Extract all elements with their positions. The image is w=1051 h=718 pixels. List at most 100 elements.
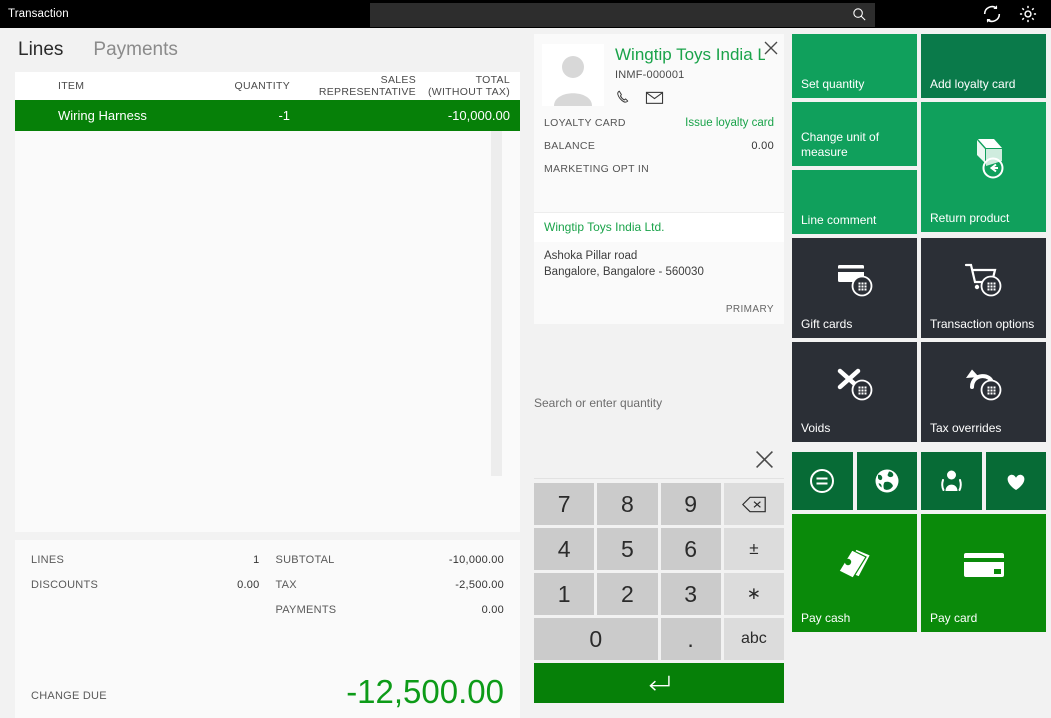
enter-button[interactable]: [534, 663, 784, 703]
key-5[interactable]: 5: [597, 528, 657, 570]
customer-keypad-panel: Wingtip Toys India Lt... INMF-000001: [530, 28, 786, 698]
totals-label-tax: TAX: [276, 579, 297, 591]
table-row[interactable]: Wiring Harness -1 -10,000.00: [15, 100, 520, 131]
key-7[interactable]: 7: [534, 483, 594, 525]
email-icon[interactable]: [645, 89, 664, 106]
key-1[interactable]: 1: [534, 573, 594, 615]
change-due-label: CHANGE DUE: [31, 690, 107, 708]
tile-label-set-quantity: Set quantity: [801, 77, 864, 92]
loyalty-card-label: LOYALTY CARD: [544, 117, 626, 129]
totals-panel: LINES 1 DISCOUNTS 0.00 SUBTOTAL -10,000.…: [15, 540, 520, 718]
totals-label-lines: LINES: [31, 554, 64, 566]
tile-return-product[interactable]: Return product: [921, 102, 1046, 232]
mini-action-row: [792, 452, 1046, 510]
top-bar-actions: [981, 3, 1051, 25]
tile-customer[interactable]: [921, 452, 982, 510]
keypad-separator: [534, 478, 784, 479]
totals-label-discounts: DISCOUNTS: [31, 579, 98, 591]
lines-card: ITEM QUANTITY SALES REPRESENTATIVE TOTAL…: [15, 72, 520, 532]
tile-globe[interactable]: [857, 452, 918, 510]
lines-scrollbar[interactable]: [491, 131, 502, 476]
key-3[interactable]: 3: [661, 573, 721, 615]
person-avatar-icon: [542, 44, 604, 106]
lines-body: Wiring Harness -1 -10,000.00: [15, 100, 520, 532]
tile-label-pay-cash: Pay cash: [801, 611, 850, 626]
totals-right-column: SUBTOTAL -10,000.00 TAX -2,500.00 PAYMEN…: [276, 554, 505, 629]
totals-label-payments: PAYMENTS: [276, 604, 337, 616]
transaction-panel: Lines Payments ITEM QUANTITY SALES REPRE…: [0, 28, 530, 698]
action-tile-grid: Set quantity Add loyalty card Change uni…: [792, 34, 1046, 442]
line-item-total: -10,000.00: [420, 108, 520, 123]
line-item-name: Wiring Harness: [15, 108, 205, 123]
totals-value-lines: 1: [253, 554, 259, 566]
tab-payments[interactable]: Payments: [93, 39, 177, 61]
change-due-row: CHANGE DUE -12,500.00: [31, 675, 504, 708]
marketing-opt-in-row: MARKETING OPT IN: [534, 163, 784, 175]
globe-icon: [872, 466, 902, 496]
tile-transaction-options[interactable]: Transaction options: [921, 238, 1046, 338]
key-8[interactable]: 8: [597, 483, 657, 525]
enter-icon: [647, 674, 671, 692]
tile-pay-card[interactable]: Pay card: [921, 514, 1046, 632]
tab-lines[interactable]: Lines: [18, 39, 63, 61]
tile-loyalty-heart[interactable]: [986, 452, 1047, 510]
line-item-quantity: -1: [205, 108, 290, 123]
key-9[interactable]: 9: [661, 483, 721, 525]
totals-left-column: LINES 1 DISCOUNTS 0.00: [31, 554, 260, 629]
change-due-value: -12,500.00: [346, 675, 504, 708]
tile-set-quantity[interactable]: Set quantity: [792, 34, 917, 98]
key-decimal[interactable]: .: [661, 618, 721, 660]
tile-label-line-comment: Line comment: [801, 213, 876, 228]
issue-loyalty-card-link[interactable]: Issue loyalty card: [685, 117, 774, 129]
balance-label: BALANCE: [544, 140, 595, 152]
tile-label-change-unit-of-measure: Change unit of measure: [801, 130, 911, 160]
quantity-input[interactable]: Search or enter quantity: [534, 396, 784, 410]
tile-equals-circle[interactable]: [792, 452, 853, 510]
key-asterisk[interactable]: ∗: [724, 573, 784, 615]
tile-change-unit-of-measure[interactable]: Change unit of measure: [792, 102, 917, 166]
totals-row-lines: LINES 1: [31, 554, 260, 566]
gift-card-icon: [792, 238, 917, 322]
tile-tax-overrides[interactable]: Tax overrides: [921, 342, 1046, 442]
tile-add-loyalty-card[interactable]: Add loyalty card: [921, 34, 1046, 98]
key-6[interactable]: 6: [661, 528, 721, 570]
address-line-2: Bangalore, Bangalore - 560030: [544, 265, 774, 281]
tile-grid-spacer: [792, 442, 1046, 452]
tile-gift-cards[interactable]: Gift cards: [792, 238, 917, 338]
customer-icon: [936, 466, 966, 496]
key-0[interactable]: 0: [534, 618, 658, 660]
tile-pay-cash[interactable]: Pay cash: [792, 514, 917, 632]
balance-value: 0.00: [751, 140, 774, 152]
totals-value-payments: 0.00: [482, 604, 504, 616]
marketing-opt-in-label: MARKETING OPT IN: [544, 163, 649, 175]
action-tiles-panel: Set quantity Add loyalty card Change uni…: [786, 28, 1051, 698]
key-4[interactable]: 4: [534, 528, 594, 570]
gear-icon[interactable]: [1017, 3, 1039, 25]
equals-circle-icon: [807, 466, 837, 496]
sync-icon[interactable]: [981, 3, 1003, 25]
totals-value-discounts: 0.00: [237, 579, 259, 591]
tile-line-comment[interactable]: Line comment: [792, 170, 917, 234]
address-primary-tag: PRIMARY: [726, 303, 774, 317]
search-icon[interactable]: [851, 6, 868, 23]
close-icon[interactable]: [764, 41, 778, 55]
totals-row-subtotal: SUBTOTAL -10,000.00: [276, 554, 505, 566]
phone-icon[interactable]: [615, 89, 632, 106]
backspace-icon[interactable]: [724, 483, 784, 525]
key-2[interactable]: 2: [597, 573, 657, 615]
key-abc[interactable]: abc: [724, 618, 784, 660]
payment-tile-grid: Pay cash Pay card: [792, 514, 1046, 632]
tile-voids[interactable]: Voids: [792, 342, 917, 442]
totals-row-discounts: DISCOUNTS 0.00: [31, 579, 260, 591]
address-name-block[interactable]: Wingtip Toys India Ltd.: [534, 212, 784, 242]
search-input[interactable]: [370, 3, 875, 27]
column-header-total: TOTAL (WITHOUT TAX): [420, 74, 520, 98]
clear-quantity-icon[interactable]: [755, 450, 774, 469]
tile-label-add-loyalty-card: Add loyalty card: [930, 77, 1015, 92]
customer-name[interactable]: Wingtip Toys India Lt...: [615, 46, 765, 65]
tile-label-transaction-options: Transaction options: [930, 317, 1034, 332]
address-line-1: Ashoka Pillar road: [544, 249, 774, 265]
undo-arrow-icon: [921, 342, 1046, 426]
tile-label-pay-card: Pay card: [930, 611, 977, 626]
key-plus-minus[interactable]: ±: [724, 528, 784, 570]
